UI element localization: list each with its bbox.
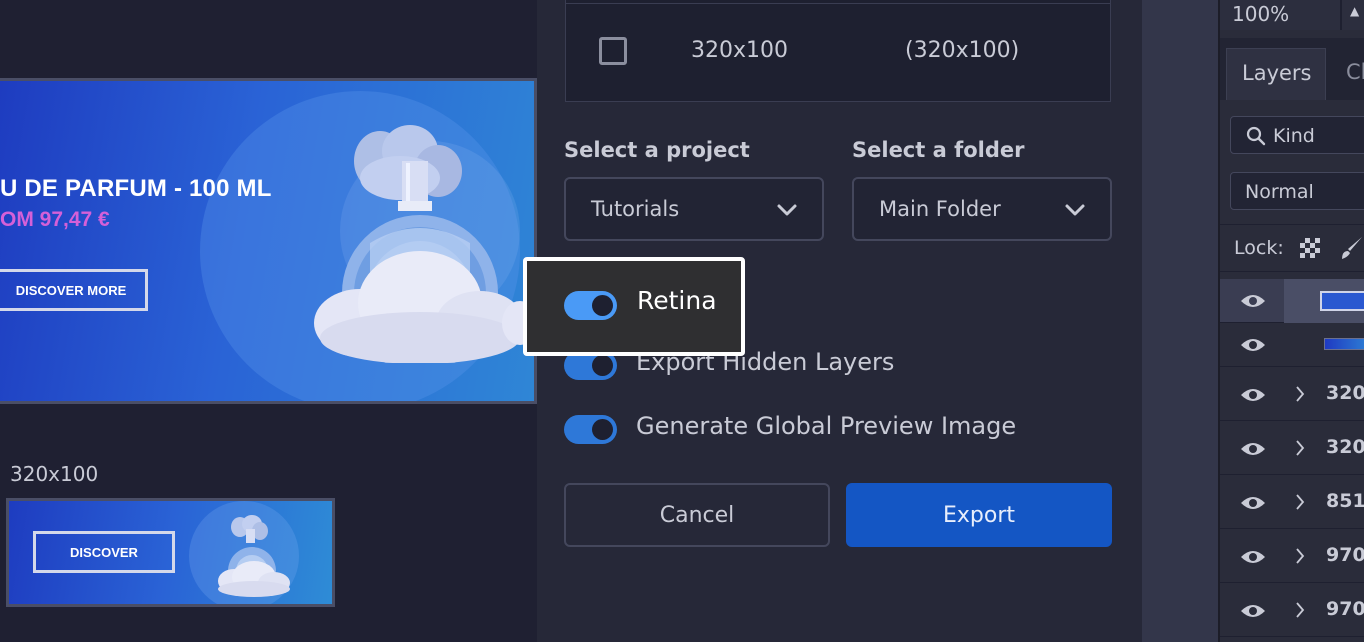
tab-channels[interactable]: Ch [1346, 60, 1364, 84]
eye-icon[interactable] [1240, 386, 1266, 404]
folder-select-value: Main Folder [879, 197, 1001, 221]
folder-label: Select a folder [852, 138, 1025, 162]
global-preview-toggle[interactable] [564, 415, 617, 444]
layer-thumbnail-content [1320, 291, 1364, 311]
layer-filter[interactable]: Kind [1230, 116, 1364, 154]
size-list-divider [566, 3, 1110, 4]
retina-label: Retina [637, 286, 717, 315]
panel-tabs: Layers Ch [1220, 38, 1364, 100]
export-button[interactable]: Export [846, 483, 1112, 547]
lock-row: Lock: [1220, 224, 1364, 272]
toggle-knob [592, 419, 613, 440]
zoom-up-arrow-icon[interactable]: ▲ [1350, 4, 1359, 18]
large-banner-preview[interactable]: U DE PARFUM - 100 ML OM 97,47 € DISCOVER… [0, 78, 537, 404]
zoom-divider [1340, 0, 1342, 30]
chevron-down-icon [777, 204, 797, 216]
banner-headline: U DE PARFUM - 100 ML [0, 175, 272, 202]
zoom-control[interactable]: 100% ▲ [1220, 0, 1364, 30]
layer-group-row[interactable]: 320 [1220, 367, 1364, 421]
layer-group-name: 320 [1326, 382, 1364, 404]
chevron-right-icon[interactable] [1294, 547, 1306, 565]
eye-icon[interactable] [1240, 292, 1266, 310]
size-name: 320x100 [691, 38, 789, 63]
artboard-canvas: U DE PARFUM - 100 ML OM 97,47 € DISCOVER… [0, 0, 537, 642]
layers-panel: 100% ▲ Layers Ch Kind Normal Lock: [1218, 0, 1364, 642]
eye-icon[interactable] [1240, 336, 1266, 354]
lock-transparency-icon[interactable] [1300, 238, 1320, 258]
small-perfume-illustration [218, 515, 290, 597]
small-banner-preview[interactable]: DISCOVER [6, 498, 335, 607]
banner-discover-more-button: DISCOVER MORE [0, 269, 148, 311]
small-banner-label: 320x100 [10, 462, 99, 486]
layer-group-name: 851: [1326, 490, 1364, 512]
layer-group-name: 970 [1326, 544, 1364, 566]
global-preview-label: Generate Global Preview Image [636, 412, 1017, 440]
eye-icon[interactable] [1240, 440, 1266, 458]
folder-select[interactable]: Main Folder [852, 177, 1112, 241]
size-checkbox[interactable] [599, 37, 627, 65]
project-label: Select a project [564, 138, 750, 162]
chevron-down-icon [1065, 204, 1085, 216]
project-select-value: Tutorials [591, 197, 680, 221]
size-list: 320x100 (320x100) [565, 0, 1111, 102]
layer-group-name: 320 [1326, 436, 1364, 458]
cancel-button[interactable]: Cancel [564, 483, 830, 547]
eye-icon[interactable] [1240, 548, 1266, 566]
panel-gutter [1142, 0, 1218, 642]
chevron-right-icon[interactable] [1294, 601, 1306, 619]
search-icon [1246, 126, 1266, 146]
layer-row[interactable] [1220, 323, 1364, 367]
lock-pixels-brush-icon[interactable] [1338, 235, 1364, 261]
layer-group-name: 970 [1326, 598, 1364, 620]
chevron-right-icon[interactable] [1294, 385, 1306, 403]
retina-highlight: Retina [523, 257, 745, 356]
toggle-knob [592, 295, 613, 316]
layer-group-row[interactable]: 320 [1220, 421, 1364, 475]
perfume-bottle-illustration [314, 125, 534, 363]
toggle-knob [592, 355, 613, 376]
retina-toggle[interactable] [564, 291, 617, 320]
lock-label: Lock: [1234, 237, 1284, 259]
layer-filter-kind: Kind [1273, 125, 1315, 147]
chevron-right-icon[interactable] [1294, 439, 1306, 457]
tab-layers-label: Layers [1242, 61, 1312, 85]
blend-mode-select[interactable]: Normal [1230, 172, 1364, 210]
layer-group-row[interactable]: 851: [1220, 475, 1364, 529]
size-dimensions: (320x100) [905, 38, 1020, 63]
layer-group-row[interactable]: 970 [1220, 529, 1364, 583]
tab-layers[interactable]: Layers [1226, 48, 1326, 100]
small-banner-discover-button: DISCOVER [33, 531, 175, 573]
layer-thumbnail [1284, 279, 1364, 323]
layer-thumbnail [1324, 338, 1364, 350]
chevron-right-icon[interactable] [1294, 493, 1306, 511]
eye-icon[interactable] [1240, 494, 1266, 512]
blend-mode-value: Normal [1245, 181, 1314, 203]
eye-icon[interactable] [1240, 602, 1266, 620]
layer-row[interactable] [1220, 279, 1364, 323]
project-select[interactable]: Tutorials [564, 177, 824, 241]
zoom-value: 100% [1232, 2, 1290, 26]
banner-price: OM 97,47 € [0, 208, 110, 231]
layer-group-row[interactable]: 970 [1220, 583, 1364, 637]
